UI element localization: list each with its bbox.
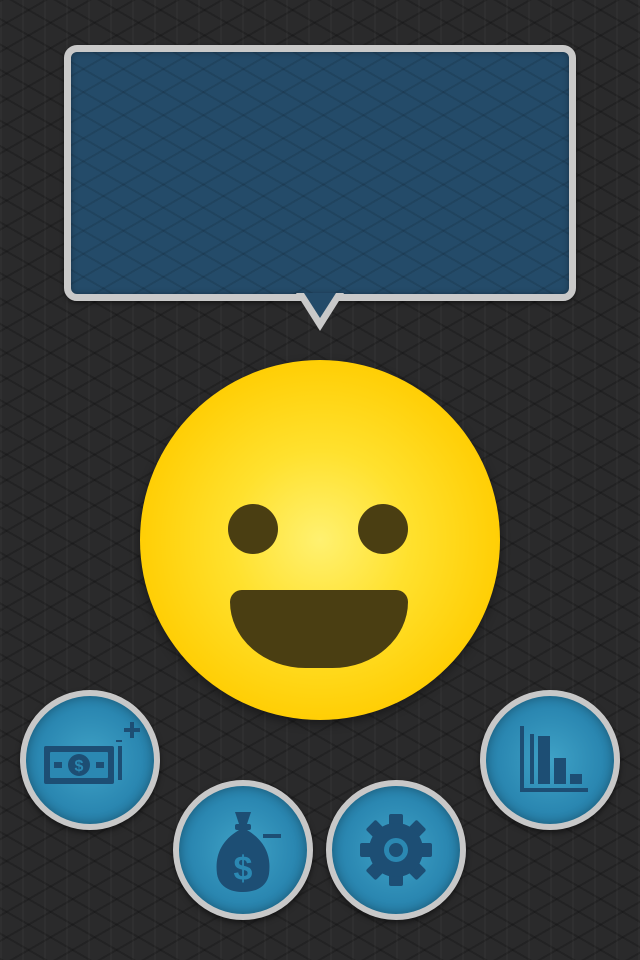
cash-plus-icon: $ — [44, 722, 140, 784]
svg-text:$: $ — [75, 758, 84, 775]
add-expense-button[interactable]: $ — [173, 780, 313, 920]
speech-bubble — [64, 45, 576, 301]
money-bag-minus-icon: $ — [216, 812, 281, 892]
statistics-button[interactable] — [480, 690, 620, 830]
gear-icon — [360, 814, 432, 886]
speech-bubble-message — [89, 70, 551, 276]
smiley-mouth — [230, 590, 408, 668]
smiley-left-eye — [228, 504, 278, 554]
svg-text:$: $ — [234, 850, 253, 888]
bar-chart-icon — [520, 726, 588, 792]
app-screen: $ $ — [0, 0, 640, 960]
settings-button[interactable] — [326, 780, 466, 920]
smiley-right-eye — [358, 504, 408, 554]
smiley-face[interactable] — [140, 360, 500, 720]
add-income-button[interactable]: $ — [20, 690, 160, 830]
